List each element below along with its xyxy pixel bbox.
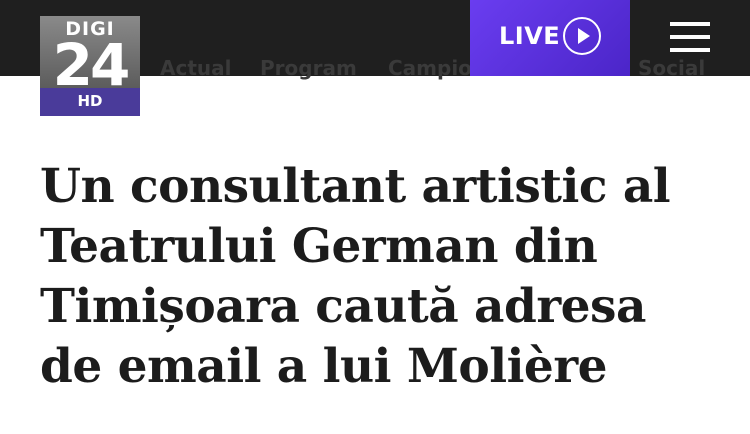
play-icon [563, 17, 601, 55]
article-title: Un consultant artistic al Teatrului Germ… [40, 159, 671, 394]
subnav-item[interactable]: Actual [160, 56, 231, 80]
live-label: LIVE [499, 22, 561, 50]
section-subnav: Actual Program Campion Cultură Social [140, 50, 750, 80]
site-logo[interactable]: DIGI 24 HD [40, 16, 140, 116]
logo-hd-badge: HD [77, 92, 103, 110]
subnav-item[interactable]: Social [638, 56, 705, 80]
subnav-item[interactable]: Program [260, 56, 357, 80]
live-button[interactable]: LIVE [470, 0, 630, 76]
logo-number: 24 [52, 31, 131, 88]
hamburger-menu-icon[interactable] [668, 20, 712, 54]
